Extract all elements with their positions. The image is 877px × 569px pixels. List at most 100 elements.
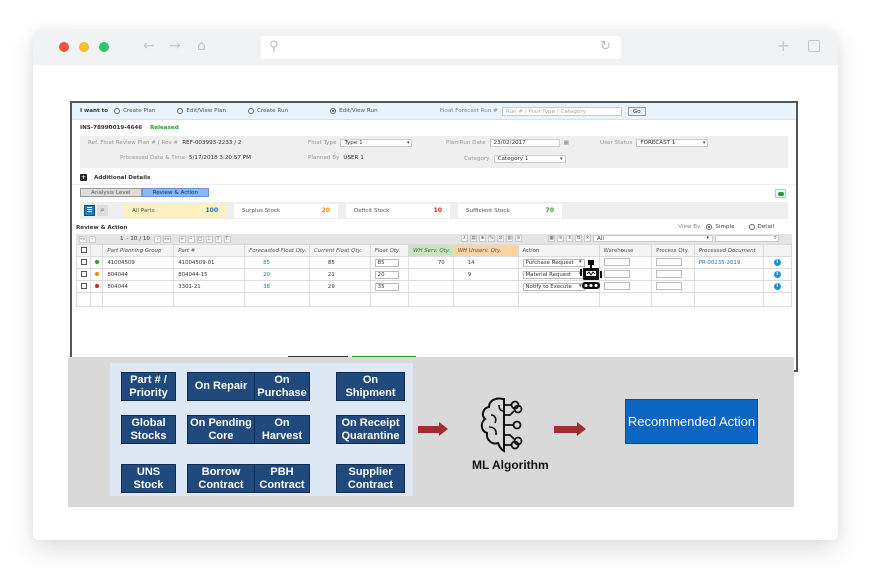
column-filter-select[interactable]: All [593,235,713,242]
info-button[interactable]: i [762,256,793,269]
info-button[interactable]: i [762,280,793,293]
forecast-run-input[interactable]: Run # / Plan Type / Category [501,106,622,116]
float-qty-input[interactable]: 20 [374,270,399,279]
minimize-window-button[interactable] [79,42,89,52]
input-factor-box: On Shipment [336,372,405,401]
row-checkbox[interactable] [75,256,92,269]
next-page-button[interactable]: › [154,235,161,243]
radio-edit-view-run[interactable]: Edit/View Run [330,108,378,114]
input-factor-box: On Receipt Quarantine [336,415,405,444]
select-all-checkbox[interactable] [75,244,92,257]
go-button[interactable]: Go [627,106,646,116]
forecasted-float-qty-link[interactable]: 38 [263,284,270,290]
calendar-icon[interactable]: ▦ [564,140,569,146]
filter-button[interactable]: T [214,235,222,243]
list-view-icon[interactable] [84,205,95,216]
header-action[interactable]: Action [517,244,600,257]
first-page-button[interactable]: «« [79,235,87,243]
radio-simple[interactable]: Simple [706,224,735,230]
settings-icon[interactable]: ⊕ [479,235,486,242]
row-checkbox[interactable] [75,280,92,293]
processed-document-link[interactable]: PR-00235-2019 [699,260,741,266]
plan-run-date-input[interactable]: 23/02/2017 [489,139,560,147]
header-wh-serv-qty[interactable]: WH Serv. Qty. [408,244,454,257]
add-row-button[interactable]: + [178,235,186,243]
category-select[interactable]: Category 1 [493,155,566,163]
reload-icon[interactable]: ↻ [600,39,611,54]
table-row[interactable]: 8040443301-21 38 2935 Notify to Execute i [75,280,793,293]
grid-toolbar-right: ⅄ ▤ ⊕ % ⊡ ▥ ≡ ▦ ≋ ⇕ ⇅ ✕ All [461,234,779,242]
clear-icon[interactable]: ✕ [584,235,591,242]
summary-card-sufficient[interactable]: Sufficient Stock 70 [458,203,562,218]
maximize-window-button[interactable] [99,42,109,52]
address-bar[interactable]: ⚲ ↻ [261,36,621,59]
new-tab-icon[interactable]: + [777,36,790,55]
header-processed-document[interactable]: Processed Document [693,244,764,257]
action-select[interactable]: Material Request [522,270,585,279]
warehouse-input[interactable] [603,269,630,278]
search-icon[interactable]: ⌕ [97,205,108,216]
tab-analysis-level[interactable]: Analysis Level [80,187,142,197]
back-arrow-icon[interactable]: ← [143,38,155,54]
radio-edit-view-plan[interactable]: Edit/View Plan [177,108,226,114]
close-window-button[interactable] [59,42,69,52]
pdf-export-icon[interactable]: ⅄ [461,235,468,242]
table-row[interactable]: 804044804044-152021209Material Requesti [75,268,793,281]
chart-icon[interactable]: ▤ [470,235,477,242]
image-icon[interactable]: ⊡ [497,235,504,242]
header-forecasted-float-qty[interactable]: Forecasted Float Qty. [244,244,310,257]
float-qty-input[interactable]: 85 [374,258,399,267]
page-number[interactable]: 1 [98,236,124,242]
process-qty-input[interactable] [656,269,683,278]
last-page-button[interactable]: »» [163,235,171,243]
list-icon[interactable]: ≡ [515,235,522,242]
forward-arrow-icon[interactable]: → [169,38,181,54]
header-process-qty[interactable]: Process Qty. [651,244,695,257]
float-type-select[interactable]: Type 1 [340,139,413,147]
table-row[interactable]: 41004509 41004509-01 85 85 85 70 14 Purchase Re… [75,256,793,269]
tabs-icon[interactable] [808,40,820,52]
info-button[interactable]: i [762,268,793,281]
summary-card-deficit[interactable]: Deficit Stock 10 [346,203,450,218]
header-part-number[interactable]: Part # [173,244,246,257]
radio-create-run[interactable]: Create Run [248,108,288,114]
header-wh-unserv-qty[interactable]: WH Unserv. Qty. [452,244,519,257]
warehouse-input[interactable] [603,281,630,290]
row-checkbox[interactable] [75,268,92,281]
clear-filter-button[interactable]: T. [223,235,231,243]
input-factor-box: On Purchase [254,372,310,401]
user-status-select[interactable]: FORECAST 1 [636,139,709,147]
header-warehouse[interactable]: Warehouse [598,244,653,257]
process-qty-input[interactable] [656,257,683,266]
warehouse-input[interactable] [603,257,630,266]
resize-icon[interactable]: ⇕ [566,235,573,242]
forecasted-float-qty-link[interactable]: 85 [263,260,270,266]
float-qty-input[interactable]: 35 [374,282,399,291]
remove-row-button[interactable]: − [187,235,195,243]
home-icon[interactable]: ⌂ [197,38,206,54]
header-float-qty[interactable]: Float Qty. [369,244,410,257]
summary-card-surplus[interactable]: Surplus Stock 20 [234,203,338,218]
header-current-float-qty[interactable]: Current Float Qty. [308,244,371,257]
grid-icon[interactable]: ▥ [506,235,513,242]
prev-page-button[interactable]: ‹ [88,235,96,243]
forecasted-float-qty-link[interactable]: 20 [263,272,270,278]
field-label: User Status [600,140,633,146]
chat-icon[interactable] [775,189,786,198]
radio-detail[interactable]: Detail [748,224,774,230]
tab-review-action[interactable]: Review & Action [141,187,209,197]
header-part-planning-group[interactable]: Part Planning Group [102,244,175,257]
columns-icon[interactable]: ▦ [548,235,555,242]
grid-search-input[interactable] [715,234,779,242]
process-qty-input[interactable] [656,281,683,290]
copy-row-button[interactable]: □ [196,235,204,243]
action-select[interactable]: Notify to Execute [522,282,585,291]
additional-details-toggle[interactable]: + Additional Details [72,171,796,185]
summary-card-all-parts[interactable]: All Parts 100 [124,203,226,218]
rows-icon[interactable]: ≋ [557,235,564,242]
insert-row-button[interactable]: ⊥ [205,235,213,243]
percent-icon[interactable]: % [488,235,495,242]
action-select[interactable]: Purchase Request [522,258,585,267]
sort-icon[interactable]: ⇅ [575,235,582,242]
radio-create-plan[interactable]: Create Plan [114,108,155,114]
